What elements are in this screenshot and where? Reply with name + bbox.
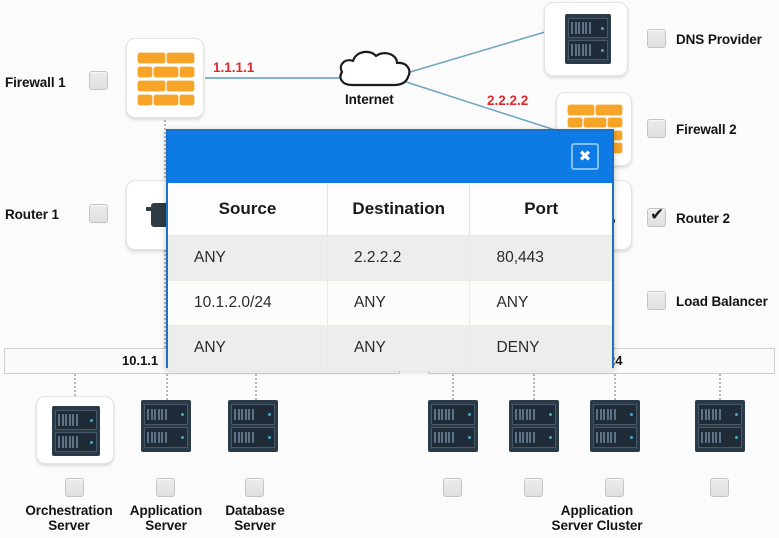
cluster-server-checkbox[interactable] (605, 478, 624, 497)
table-body: ANY 2.2.2.2 80,443 10.1.2.0/24 ANY ANY A… (168, 236, 612, 371)
drop-line (719, 374, 721, 400)
table-row[interactable]: 10.1.2.0/24 ANY ANY (168, 281, 612, 326)
server-icon (52, 406, 100, 456)
firewall1-node[interactable] (126, 38, 204, 118)
application-server-cluster-label: Application Server Cluster (521, 503, 673, 533)
cluster-server-checkbox[interactable] (443, 478, 462, 497)
firewall2-label: Firewall 2 (676, 122, 737, 137)
server-icon (565, 14, 611, 64)
orchestration-server-checkbox[interactable] (65, 478, 84, 497)
application-server-label: Application Server (113, 503, 219, 533)
dns-provider-label: DNS Provider (676, 32, 762, 47)
internet-label: Internet (345, 92, 394, 107)
database-server-checkbox[interactable] (245, 478, 264, 497)
checkmark-icon: ✔ (650, 206, 664, 225)
firewall-rules-dialog: ✖ Source Destination Port ANY 2.2.2.2 80… (166, 129, 614, 368)
cluster-server-node[interactable] (590, 400, 640, 452)
cell-port: 80,443 (470, 236, 612, 281)
drop-line (255, 374, 257, 400)
label-line-1: Application (521, 503, 673, 518)
cell-destination: ANY (327, 281, 470, 326)
label-line-2: Server (205, 518, 305, 533)
firewall-rules-table: Source Destination Port ANY 2.2.2.2 80,4… (168, 183, 612, 371)
dns-provider-checkbox[interactable] (647, 29, 666, 48)
router2-checkbox[interactable]: ✔ (647, 208, 666, 227)
router1-checkbox[interactable] (89, 204, 108, 223)
column-header-source: Source (168, 183, 327, 236)
application-server-checkbox[interactable] (156, 478, 175, 497)
application-server-node[interactable] (141, 400, 191, 452)
database-server-label: Database Server (205, 503, 305, 533)
drop-line (533, 374, 535, 400)
wire-internet-dns (395, 20, 555, 80)
wire-firewall1-internet (205, 77, 345, 79)
orchestration-server-node[interactable] (36, 396, 114, 464)
cluster-server-checkbox[interactable] (710, 478, 729, 497)
cell-source: ANY (168, 326, 327, 371)
table-row[interactable]: ANY ANY DENY (168, 326, 612, 371)
orchestration-server-label: Orchestration Server (14, 503, 124, 533)
column-header-destination: Destination (327, 183, 470, 236)
firewall-icon (138, 53, 194, 105)
label-line-1: Orchestration (14, 503, 124, 518)
cell-source: 10.1.2.0/24 (168, 281, 327, 326)
load-balancer-label: Load Balancer (676, 294, 768, 309)
label-line-1: Application (113, 503, 219, 518)
load-balancer-checkbox[interactable] (647, 291, 666, 310)
firewall1-checkbox[interactable] (89, 71, 108, 90)
dialog-header: ✖ (168, 131, 612, 183)
left-subnet-label: 10.1.1 (122, 353, 158, 368)
cell-destination: ANY (327, 326, 470, 371)
label-line-2: Server (14, 518, 124, 533)
database-server-node[interactable] (228, 400, 278, 452)
table-row[interactable]: ANY 2.2.2.2 80,443 (168, 236, 612, 281)
cloud-icon (336, 48, 414, 88)
firewall1-label: Firewall 1 (5, 75, 66, 90)
cell-port: DENY (470, 326, 612, 371)
cluster-server-node[interactable] (428, 400, 478, 452)
firewall2-ip-label: 2.2.2.2 (487, 93, 528, 108)
column-header-port: Port (470, 183, 612, 236)
cell-destination: 2.2.2.2 (327, 236, 470, 281)
label-line-2: Server Cluster (521, 518, 673, 533)
drop-line (166, 374, 168, 400)
label-line-2: Server (113, 518, 219, 533)
close-icon[interactable]: ✖ (571, 143, 599, 170)
cluster-server-node[interactable] (509, 400, 559, 452)
dns-provider-node[interactable] (544, 2, 628, 76)
drop-line (614, 374, 616, 400)
firewall1-ip-label: 1.1.1.1 (213, 60, 254, 75)
table-header-row: Source Destination Port (168, 183, 612, 236)
cluster-server-node[interactable] (695, 400, 745, 452)
drop-line (452, 374, 454, 400)
cell-port: ANY (470, 281, 612, 326)
label-line-1: Database (205, 503, 305, 518)
cluster-server-checkbox[interactable] (524, 478, 543, 497)
network-diagram-canvas: Internet Firewall 1 1.1.1.1 DNS Provider… (0, 0, 779, 538)
router1-label: Router 1 (5, 207, 59, 222)
router2-label: Router 2 (676, 211, 730, 226)
cell-source: ANY (168, 236, 327, 281)
firewall2-checkbox[interactable] (647, 119, 666, 138)
